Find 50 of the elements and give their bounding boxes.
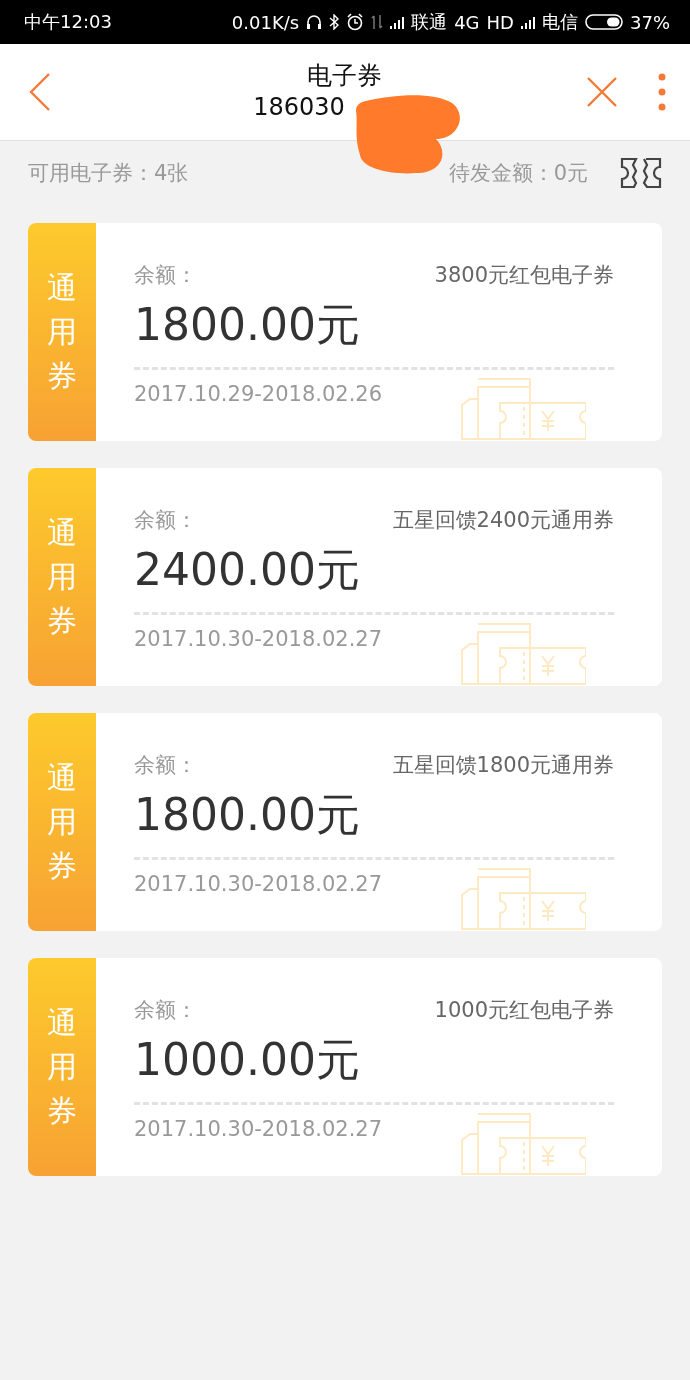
data-arrows-icon <box>371 14 384 30</box>
balance-label: 余额： <box>134 507 197 534</box>
balance-amount: 1000.00元 <box>134 1033 361 1087</box>
ticket-button[interactable] <box>620 157 662 189</box>
coupon-count: 可用电子券：4张 <box>28 160 190 187</box>
validity-period: 2017.10.30-2018.02.27 <box>134 1116 384 1143</box>
close-button[interactable] <box>586 76 618 108</box>
coupon-type-tag: 通用券 <box>28 468 96 686</box>
balance-amount: 1800.00元 <box>134 298 361 352</box>
hd-label: HD <box>486 11 514 33</box>
coupon-card[interactable]: 通用券 余额： 3800元红包电子券 1800.00元 2017.10.29-2018.02.26 <box>28 223 662 441</box>
alarm-icon <box>346 13 365 31</box>
coupon-card[interactable]: 通用券 余额： 1000元红包电子券 1000.00元 2017.10.30-2018.02.27 <box>28 958 662 1176</box>
coupon-icon <box>460 622 586 686</box>
pending-amount: 待发金额：0元 <box>448 160 588 187</box>
phone-number: 186030 <box>253 92 345 123</box>
coupon-icon <box>460 1112 586 1176</box>
coupon-name: 五星回馈1800元通用券 <box>392 752 614 779</box>
coupon-icon <box>460 377 586 441</box>
coupon-type-tag: 通用券 <box>28 223 96 441</box>
validity-period: 2017.10.30-2018.02.27 <box>134 626 384 653</box>
network-speed: 0.01K/s <box>231 11 300 33</box>
battery-percent: 37% <box>630 11 670 33</box>
more-button[interactable] <box>658 73 666 111</box>
validity-period: 2017.10.29-2018.02.26 <box>134 381 384 408</box>
balance-label: 余额： <box>134 262 197 289</box>
carrier-name: 电信 <box>542 10 578 34</box>
balance-amount: 1800.00元 <box>134 788 361 842</box>
coupon-card[interactable]: 通用券 余额： 五星回馈1800元通用券 1800.00元 2017.10.30-2018.02.27 <box>28 713 662 931</box>
validity-period: 2017.10.30-2018.02.27 <box>134 871 384 898</box>
coupon-name: 3800元红包电子券 <box>434 262 614 289</box>
headphones-icon <box>306 14 323 30</box>
coupon-name: 五星回馈2400元通用券 <box>392 507 614 534</box>
coupon-type-tag: 通用券 <box>28 958 96 1176</box>
balance-amount: 2400.00元 <box>134 543 361 597</box>
coupon-name: 1000元红包电子券 <box>434 997 614 1024</box>
battery-icon <box>585 13 623 31</box>
status-time: 中午12:03 <box>24 10 112 34</box>
coupon-icon <box>460 867 586 931</box>
bluetooth-icon <box>329 14 340 30</box>
balance-label: 余额： <box>134 752 197 779</box>
back-button[interactable] <box>28 72 52 112</box>
signal-icon <box>390 15 405 29</box>
page-title: 电子券 <box>306 61 382 91</box>
signal-icon <box>521 15 535 29</box>
balance-label: 余额： <box>134 997 197 1024</box>
network-type: 4G <box>454 11 480 33</box>
carrier-name: 联通 <box>411 10 448 34</box>
coupon-type-tag: 通用券 <box>28 713 96 931</box>
coupon-card[interactable]: 通用券 余额： 五星回馈2400元通用券 2400.00元 2017.10.30-2018.02.27 <box>28 468 662 686</box>
